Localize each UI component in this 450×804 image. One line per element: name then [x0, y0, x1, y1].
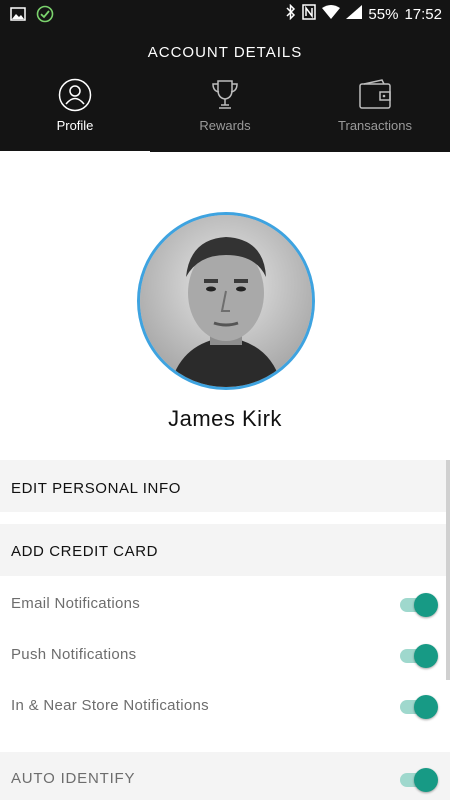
auto-identify-row: AUTO IDENTIFY [0, 752, 450, 804]
email-notifications-toggle[interactable] [400, 593, 438, 617]
toggle-knob [414, 695, 438, 719]
page-title: ACCOUNT DETAILS [147, 44, 303, 61]
tab-rewards[interactable]: Rewards [150, 76, 300, 152]
status-bar: 55% 17:52 [0, 0, 450, 28]
wifi-icon [322, 5, 341, 23]
toggle-knob [414, 593, 438, 617]
check-circle-icon [36, 5, 54, 28]
email-notifications-label: Email Notifications [11, 594, 141, 612]
edit-personal-info-button[interactable]: EDIT PERSONAL INFO [0, 462, 450, 514]
push-notifications-row: Push Notifications [0, 628, 450, 680]
auto-identify-label: AUTO IDENTIFY [11, 769, 136, 787]
store-notifications-label: In & Near Store Notifications [11, 696, 209, 714]
signal-icon [346, 5, 363, 23]
tab-transactions-label: Transactions [338, 118, 412, 133]
push-notifications-toggle[interactable] [400, 644, 438, 668]
store-notifications-toggle[interactable] [400, 695, 438, 719]
clock: 17:52 [404, 5, 442, 23]
edit-personal-info-label: EDIT PERSONAL INFO [11, 479, 181, 497]
auto-identify-toggle[interactable] [400, 768, 438, 792]
toggle-knob [414, 644, 438, 668]
battery-percent: 55% [368, 5, 399, 23]
store-notifications-row: In & Near Store Notifications [0, 679, 450, 731]
profile-section: James Kirk [0, 152, 450, 460]
bluetooth-icon [286, 3, 296, 24]
image-icon [10, 7, 26, 26]
tab-profile-label: Profile [56, 118, 94, 133]
nfc-icon [302, 4, 317, 24]
trophy-icon [208, 78, 242, 112]
scrollbar[interactable] [446, 460, 450, 680]
push-notifications-label: Push Notifications [11, 645, 137, 663]
profile-icon [58, 78, 92, 112]
tab-profile[interactable]: Profile [0, 76, 150, 156]
tab-transactions[interactable]: Transactions [300, 76, 450, 152]
toggle-knob [414, 768, 438, 792]
wallet-icon [358, 78, 392, 112]
profile-name: James Kirk [168, 406, 282, 431]
email-notifications-row: Email Notifications [0, 577, 450, 629]
tab-rewards-label: Rewards [199, 118, 251, 133]
add-credit-card-button[interactable]: ADD CREDIT CARD [0, 525, 450, 577]
account-header: ACCOUNT DETAILS Profile Rewards Transact… [0, 28, 450, 156]
add-credit-card-label: ADD CREDIT CARD [11, 542, 159, 560]
avatar[interactable] [137, 212, 315, 390]
